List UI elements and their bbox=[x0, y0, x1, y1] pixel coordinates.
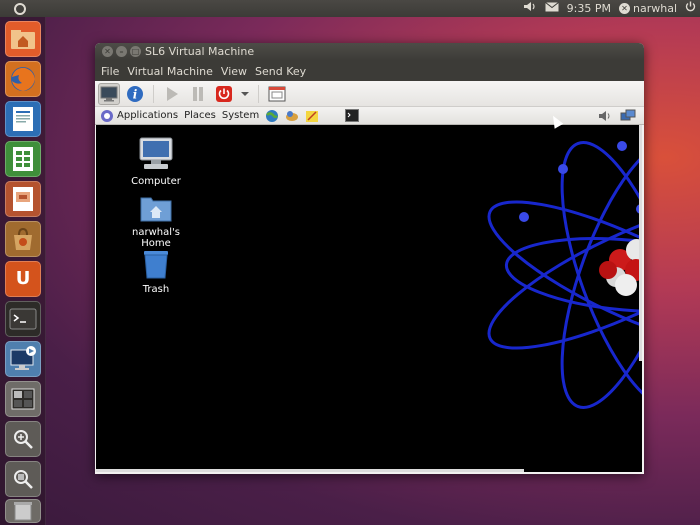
trash-launcher[interactable] bbox=[5, 499, 41, 523]
gnome-foot-icon bbox=[101, 109, 113, 122]
console-button[interactable] bbox=[98, 82, 120, 105]
menu-view[interactable]: View bbox=[221, 65, 247, 78]
volume-icon[interactable] bbox=[523, 0, 537, 17]
desktop-icon-label: Computer bbox=[131, 176, 181, 187]
writer-launcher[interactable] bbox=[5, 101, 41, 137]
power-icon[interactable] bbox=[685, 0, 696, 17]
guest-terminal-icon[interactable] bbox=[345, 109, 360, 122]
impress-launcher[interactable] bbox=[5, 181, 41, 217]
fullscreen-icon bbox=[268, 86, 286, 101]
vm-window: ✕ – □ SL6 Virtual Machine File Virtual M… bbox=[95, 43, 644, 474]
desktop-icon-label: narwhal's Home bbox=[132, 227, 180, 249]
maximize-button[interactable]: □ bbox=[130, 46, 141, 57]
svg-text:i: i bbox=[133, 87, 138, 101]
close-button[interactable]: ✕ bbox=[102, 46, 113, 57]
menu-send-key[interactable]: Send Key bbox=[255, 65, 306, 78]
pause-icon bbox=[193, 86, 203, 101]
trash-icon bbox=[14, 502, 32, 521]
terminal-icon bbox=[9, 308, 37, 330]
user-menu[interactable]: ✕ narwhal bbox=[619, 2, 677, 15]
workspace-switcher-launcher[interactable] bbox=[5, 381, 41, 417]
guest-network-icon[interactable] bbox=[620, 109, 636, 123]
workspace-icon bbox=[11, 388, 35, 410]
vm-toolbar: i bbox=[95, 81, 644, 107]
home-folder-icon bbox=[140, 197, 172, 222]
ubuntu-one-launcher[interactable]: U bbox=[5, 261, 41, 297]
power-icon bbox=[216, 85, 232, 102]
shopping-bag-icon bbox=[14, 227, 32, 250]
calc-launcher[interactable] bbox=[5, 141, 41, 177]
username: narwhal bbox=[633, 2, 677, 15]
desktop-icon-computer[interactable]: Computer bbox=[116, 137, 196, 187]
top-panel: 9:35 PM ✕ narwhal bbox=[0, 0, 700, 17]
dash-icon bbox=[14, 2, 26, 15]
fullscreen-button[interactable] bbox=[266, 83, 288, 105]
calc-icon bbox=[13, 147, 33, 171]
search-files-icon bbox=[14, 470, 33, 489]
menu-file[interactable]: File bbox=[101, 65, 119, 78]
menubar: File Virtual Machine View Send Key bbox=[95, 61, 644, 81]
guest-system-menu[interactable]: System bbox=[222, 110, 259, 121]
pause-button[interactable] bbox=[187, 83, 209, 105]
zoom-launcher[interactable] bbox=[5, 421, 41, 457]
nucleus bbox=[599, 239, 642, 296]
notes-icon[interactable] bbox=[305, 109, 319, 123]
home-folder-launcher[interactable] bbox=[5, 21, 41, 57]
toolbar-separator bbox=[258, 84, 259, 103]
window-title: SL6 Virtual Machine bbox=[145, 45, 255, 58]
shutdown-menu-button[interactable] bbox=[239, 83, 251, 105]
impress-icon bbox=[13, 187, 33, 211]
guest-applications-menu[interactable]: Applications bbox=[100, 109, 178, 123]
clock[interactable]: 9:35 PM bbox=[567, 2, 611, 15]
window-titlebar[interactable]: ✕ – □ SL6 Virtual Machine bbox=[95, 43, 644, 61]
guest-places-menu[interactable]: Places bbox=[184, 110, 216, 121]
toolbar-separator bbox=[153, 84, 154, 103]
vm-manager-launcher[interactable] bbox=[5, 341, 41, 377]
horizontal-scrollbar[interactable] bbox=[96, 469, 524, 472]
run-button[interactable] bbox=[161, 83, 183, 105]
menu-virtual-machine[interactable]: Virtual Machine bbox=[127, 65, 213, 78]
trash-icon bbox=[144, 251, 168, 279]
minimize-button[interactable]: – bbox=[116, 46, 127, 57]
firefox-launcher[interactable] bbox=[5, 61, 41, 97]
software-center-launcher[interactable] bbox=[5, 221, 41, 257]
home-folder-icon bbox=[11, 30, 35, 49]
shutdown-button[interactable] bbox=[213, 83, 235, 105]
zoom-in-icon bbox=[14, 430, 33, 449]
writer-icon bbox=[13, 107, 33, 131]
chevron-down-icon bbox=[241, 91, 249, 96]
web-browser-icon[interactable] bbox=[265, 109, 279, 123]
search-launcher[interactable] bbox=[5, 461, 41, 497]
terminal-launcher[interactable] bbox=[5, 301, 41, 337]
ubuntu-one-icon: U bbox=[15, 268, 31, 289]
mail-icon[interactable] bbox=[544, 0, 559, 17]
dash-button[interactable] bbox=[0, 0, 40, 17]
guest-volume-icon[interactable] bbox=[598, 110, 612, 122]
monitor-icon bbox=[100, 86, 118, 101]
computer-icon bbox=[139, 137, 173, 169]
details-button[interactable]: i bbox=[124, 83, 146, 105]
firefox-icon bbox=[11, 67, 35, 91]
virtual-machine-icon bbox=[10, 346, 36, 370]
indicator-area: 9:35 PM ✕ narwhal bbox=[523, 0, 696, 17]
vertical-scrollbar[interactable] bbox=[639, 125, 642, 361]
guest-desktop: Computer narwhal's Home Trash bbox=[96, 125, 642, 472]
play-icon bbox=[167, 86, 178, 101]
desktop-icon-trash[interactable]: Trash bbox=[116, 249, 196, 295]
email-client-icon[interactable] bbox=[285, 109, 299, 123]
info-icon: i bbox=[127, 85, 143, 102]
guest-applications-label: Applications bbox=[117, 110, 179, 121]
user-icon: ✕ bbox=[619, 3, 630, 14]
desktop-icon-label: Trash bbox=[142, 284, 170, 295]
desktop-icon-home[interactable]: narwhal's Home bbox=[116, 194, 196, 249]
launcher: U bbox=[0, 17, 46, 525]
